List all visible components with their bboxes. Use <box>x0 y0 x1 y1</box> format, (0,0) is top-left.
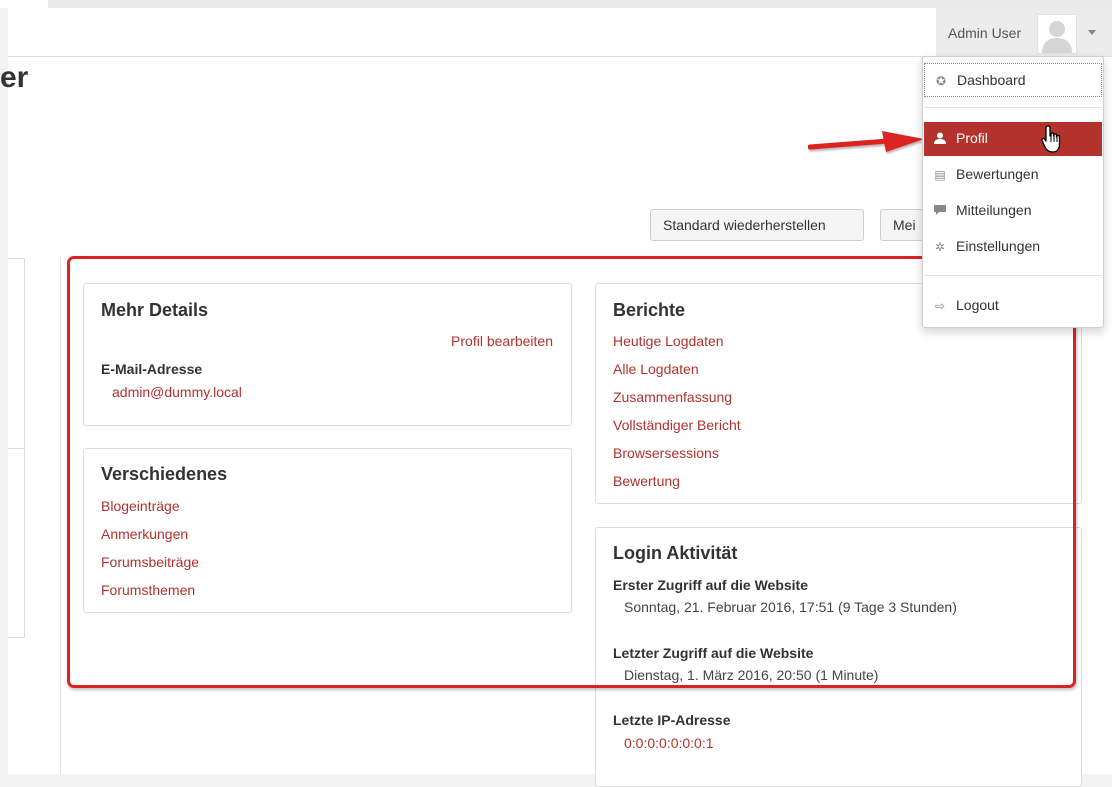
avatar <box>1037 14 1077 54</box>
user-name: Admin User <box>948 25 1022 41</box>
logout-icon: ⇨ <box>934 299 946 313</box>
arrow-annotation <box>808 131 924 152</box>
page-title: er <box>0 61 29 94</box>
menu-divider <box>924 107 1102 108</box>
user-avatar-icon <box>1042 21 1072 53</box>
message-bubble-icon <box>933 204 947 218</box>
last-ip-label: Letzte IP-Adresse <box>613 712 731 728</box>
grades-table-icon: ▤ <box>934 168 946 182</box>
menu-item-dashboard[interactable]: ✪ Dashboard <box>924 63 1102 97</box>
reset-page-button[interactable]: Standard wiederherstellen <box>650 209 864 241</box>
menu-item-preferences[interactable]: ✲ Einstellungen <box>924 230 1102 264</box>
dashboard-icon: ✪ <box>935 74 947 88</box>
gear-icon: ✲ <box>934 240 946 254</box>
region-divider <box>60 258 61 774</box>
menu-item-grades[interactable]: ▤ Bewertungen <box>924 158 1102 192</box>
chevron-down-icon <box>1088 30 1096 35</box>
navbar: Admin User <box>8 8 1112 57</box>
user-menu-toggle[interactable]: Admin User <box>936 8 1112 56</box>
side-block <box>8 448 25 638</box>
menu-divider <box>924 275 1102 276</box>
menu-item-profile[interactable]: Profil <box>924 122 1102 156</box>
side-block <box>8 258 25 450</box>
user-dropdown-menu: ✪ Dashboard Profil ▤ Bewertungen Mitteil… <box>922 56 1104 328</box>
user-icon <box>933 132 947 146</box>
hand-cursor-icon <box>1041 125 1061 153</box>
menu-item-messages[interactable]: Mitteilungen <box>924 194 1102 228</box>
top-strip <box>0 0 1112 8</box>
menu-item-logout[interactable]: ⇨ Logout <box>924 289 1102 323</box>
last-ip-link[interactable]: 0:0:0:0:0:0:0:1 <box>624 735 714 751</box>
